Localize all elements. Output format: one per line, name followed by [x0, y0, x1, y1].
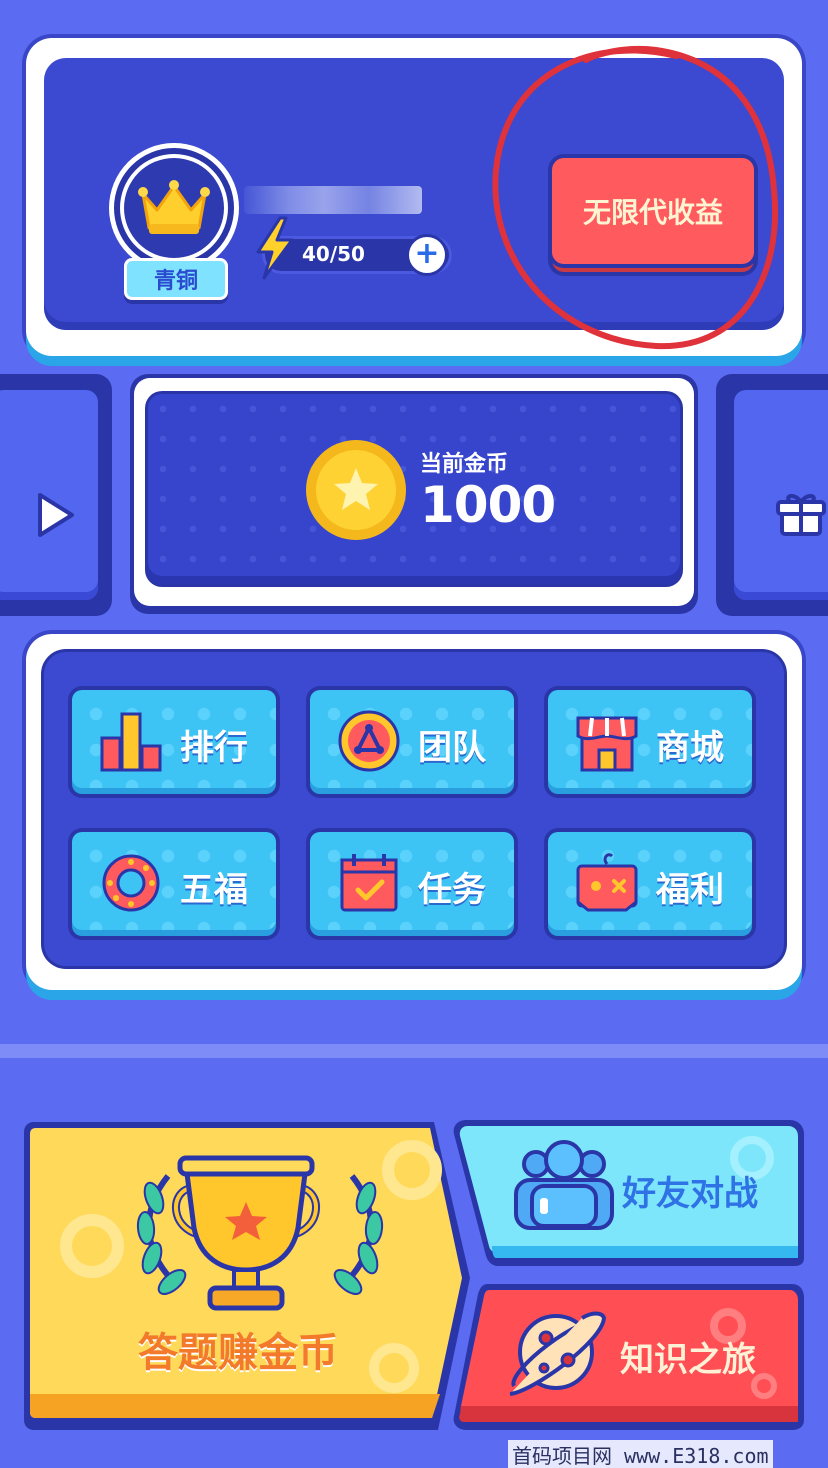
- friend-battle-label: 好友对战: [622, 1174, 758, 1214]
- menu-button-five-blessings[interactable]: 五福: [68, 828, 280, 940]
- play-icon: [38, 493, 74, 537]
- gift-icon: [776, 494, 826, 536]
- menu-label: 任务: [418, 870, 486, 910]
- watermark: 首码项目网 www.E318.com: [508, 1440, 773, 1468]
- avatar[interactable]: [114, 148, 234, 268]
- avatar-inner: [124, 158, 224, 258]
- quiz-button-shape: [24, 1122, 470, 1430]
- menu-button-face: 排行: [72, 690, 276, 788]
- menu-label: 团队: [418, 728, 486, 768]
- menu-button-face: 五福: [72, 832, 276, 930]
- coin-card: 当前金币 1000: [130, 374, 698, 614]
- menu-button-welfare[interactable]: 福利: [544, 828, 756, 940]
- menu-label: 商城: [656, 728, 724, 768]
- menu-button-face: 任务: [310, 832, 514, 930]
- menu-button-team[interactable]: 团队: [306, 686, 518, 798]
- knowledge-journey-button[interactable]: 知识之旅: [452, 1282, 806, 1432]
- lightning-icon: [256, 216, 294, 280]
- coin-card-border: 当前金币 1000: [134, 378, 694, 606]
- add-energy-button[interactable]: +: [406, 234, 448, 276]
- coin-label: 当前金币: [420, 452, 509, 477]
- ring-icon: [102, 854, 160, 912]
- quiz-earn-coins-button[interactable]: 答题赚金币: [22, 1118, 474, 1432]
- username-blurred: [244, 186, 422, 214]
- team-icon: [338, 710, 400, 772]
- crown-icon: [138, 180, 210, 234]
- right-side-face[interactable]: [734, 390, 828, 600]
- friend-battle-button[interactable]: 好友对战: [452, 1118, 806, 1268]
- profile-panel: 青铜 40/50 + 无限代收益: [44, 58, 784, 330]
- menu-button-ranking[interactable]: 排行: [68, 686, 280, 798]
- knowledge-journey-label: 知识之旅: [620, 1340, 756, 1380]
- menu-button-shop[interactable]: 商城: [544, 686, 756, 798]
- rank-badge: 青铜: [124, 258, 228, 300]
- coin-value: 1000: [420, 476, 556, 534]
- bar-chart-icon: [100, 712, 162, 772]
- menu-button-tasks[interactable]: 任务: [306, 828, 518, 940]
- section-divider: [0, 1044, 828, 1058]
- menu-button-face: 团队: [310, 690, 514, 788]
- shop-icon: [576, 716, 638, 772]
- energy-value: 40/50: [302, 242, 365, 266]
- menu-button-face: 福利: [548, 832, 752, 930]
- coin-panel: 当前金币 1000: [148, 394, 680, 584]
- calendar-check-icon: [340, 854, 398, 912]
- menu-label: 福利: [656, 870, 724, 910]
- menu-label: 五福: [180, 870, 248, 910]
- menu-panel: 排行 团队 商城 五福 任务 福利: [44, 652, 784, 966]
- menu-button-face: 商城: [548, 690, 752, 788]
- left-side-panel: [0, 374, 112, 616]
- quiz-label: 答题赚金币: [138, 1330, 338, 1376]
- unlimited-earnings-button[interactable]: 无限代收益: [552, 158, 754, 264]
- gift-box-icon: [576, 853, 638, 912]
- menu-label: 排行: [180, 728, 248, 768]
- right-side-panel: [716, 374, 828, 616]
- left-side-face[interactable]: [0, 390, 98, 600]
- menu-card: 排行 团队 商城 五福 任务 福利: [26, 634, 802, 990]
- profile-card: 青铜 40/50 + 无限代收益: [26, 38, 802, 356]
- coin-icon: [306, 440, 406, 540]
